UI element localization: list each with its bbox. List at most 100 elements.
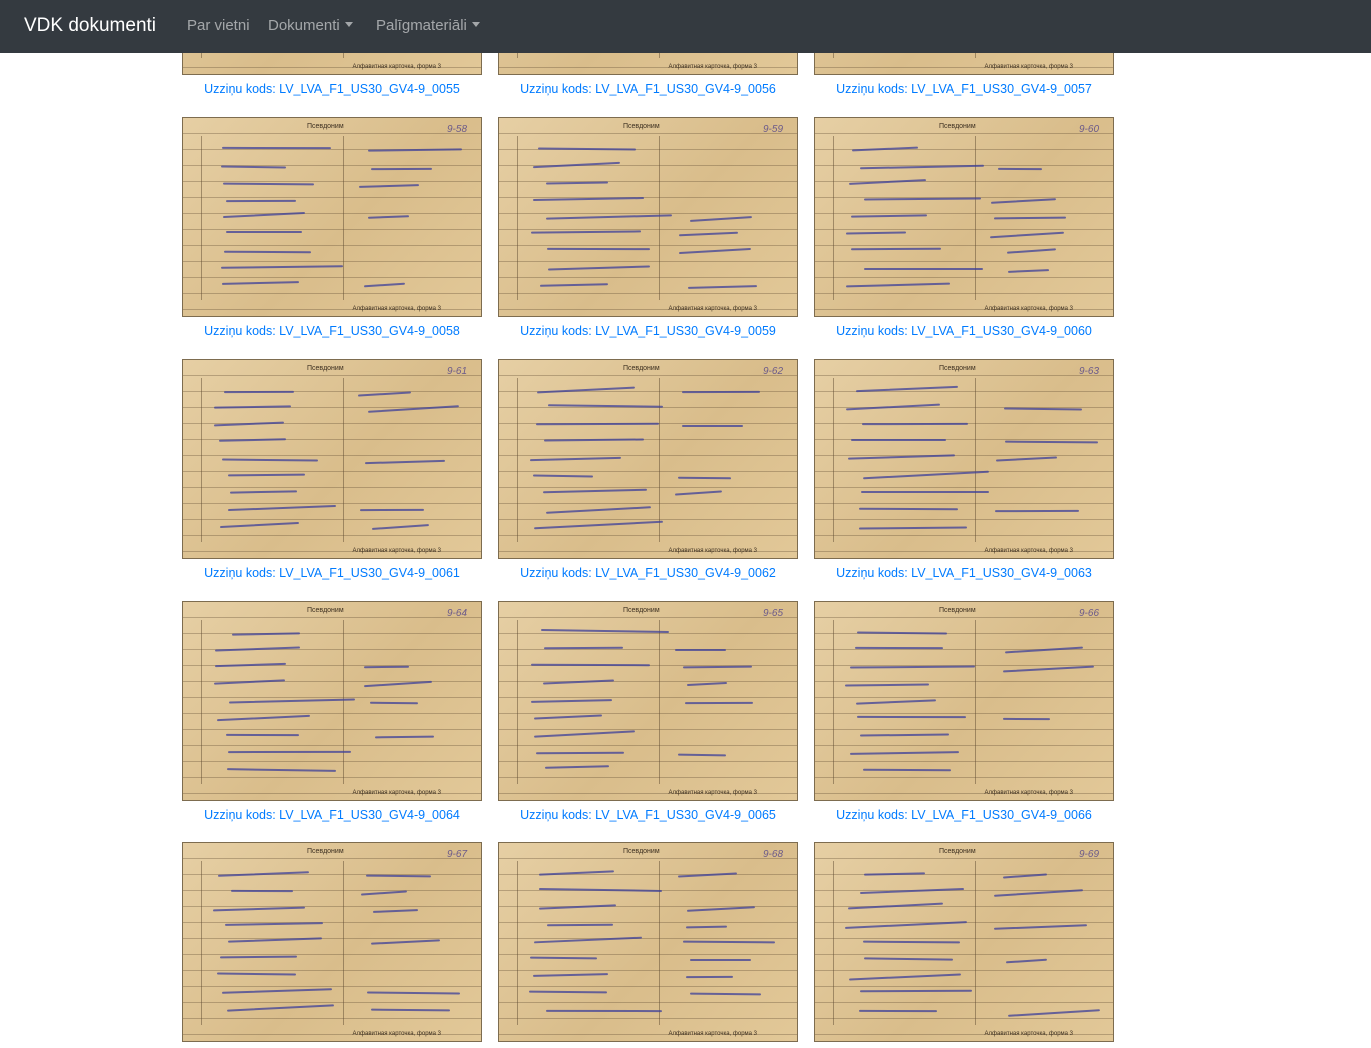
brand-link[interactable]: VDK dokumenti [24,14,156,38]
card-rule [517,136,518,300]
handwriting-stroke [225,733,300,737]
document-card-image[interactable]: Псевдоним 9-67 Алфавитная карточка, форма … [182,842,482,1042]
document-card-image[interactable]: Псевдоним 9-64 Алфавитная карточка, форма … [182,601,482,801]
card-footer-text: Алфавитная карточка, форма 3 [668,1031,757,1037]
nav-label-documents: Dokumenti [268,17,340,34]
handwriting-stroke [994,509,1080,513]
card-cell: Псевдоним 9-59 Алфавитная карточка, форма … [498,117,798,339]
document-card-image[interactable]: Псевдоним 9-68 Алфавитная карточка, форма … [498,842,798,1042]
handwriting-stroke [226,231,302,233]
card-cell: Псевдоним 9-60 Алфавитная карточка, форма … [814,117,1114,339]
reference-code-link[interactable]: Uzziņu kods: LV_LVA_F1_US30_GV4-9_0059 [498,323,798,339]
card-cell: Псевдоним 9-63 Алфавитная карточка, форма … [814,359,1114,581]
handwriting-stroke [369,701,419,705]
card-footer-text: Алфавитная карточка, форма 3 [984,790,1073,796]
reference-code-link[interactable]: Uzziņu kods: LV_LVA_F1_US30_GV4-9_0056 [498,81,798,97]
handwriting-stroke [230,889,294,893]
reference-code-link[interactable]: Uzziņu kods: LV_LVA_F1_US30_GV4-9_0058 [182,323,482,339]
nav-item-aids[interactable]: Palīgmateriāli [376,16,480,36]
card-header-text: Псевдоним [307,848,344,855]
card-footer-text: Алфавитная карточка, форма 3 [668,548,757,554]
card-number: 9-68 [762,849,783,860]
card-cell: Псевдоним 9-58 Алфавитная карточка, форма … [182,117,482,339]
handwriting-stroke [370,167,433,171]
document-card-image[interactable]: Псевдоним 9-63 Алфавитная карточка, форма … [814,359,1114,559]
card-cell: Псевдоним 9-67 Алфавитная карточка, форма … [182,842,482,1048]
card-rule [517,861,518,1025]
card-number: 9-58 [446,124,467,135]
nav-item-about[interactable]: Par vietni [187,16,250,36]
reference-code-link[interactable]: Uzziņu kods: LV_LVA_F1_US30_GV4-9_0065 [498,807,798,823]
card-cell: Псевдоним 9-69 Алфавитная карточка, форма … [814,842,1114,1048]
reference-code-link[interactable]: Uzziņu kods: LV_LVA_F1_US30_GV4-9_0060 [814,323,1114,339]
card-rule [833,136,834,300]
handwriting-stroke [856,715,967,719]
card-number: 9-62 [762,366,783,377]
nav-item-documents[interactable]: Dokumenti [268,16,353,36]
handwriting-stroke [1002,717,1051,721]
reference-code-link[interactable]: Uzziņu kods: LV_LVA_F1_US30_GV4-9_0061 [182,565,482,581]
handwriting-stroke [861,422,969,426]
document-card-image[interactable]: Псевдоним 9-61 Алфавитная карточка, форма … [182,359,482,559]
card-footer-text: Алфавитная карточка, форма 3 [668,306,757,312]
card-rule [343,861,344,1025]
card-header-text: Псевдоним [623,123,660,130]
card-number: 9-63 [1078,366,1099,377]
document-card-image[interactable]: Псевдоним 9-69 Алфавитная карточка, форма … [814,842,1114,1042]
reference-code-link[interactable]: Uzziņu kods: LV_LVA_F1_US30_GV4-9_0064 [182,807,482,823]
handwriting-stroke [685,975,734,979]
nav-label-about: Par vietni [187,17,250,34]
document-card-image[interactable]: Псевдоним 9-60 Алфавитная карточка, форма … [814,117,1114,317]
card-footer-text: Алфавитная карточка, форма 3 [984,548,1073,554]
card-rule [659,378,660,542]
card-number: 9-66 [1078,608,1099,619]
card-header-text: Псевдоним [623,607,660,614]
handwriting-stroke [535,422,660,426]
chevron-down-icon [471,22,480,27]
handwriting-stroke [689,958,752,962]
handwriting-stroke [545,1009,663,1013]
card-footer-text: Алфавитная карточка, форма 3 [352,1031,441,1037]
document-card-image[interactable]: Псевдоним 9-66 Алфавитная карточка, форма … [814,601,1114,801]
card-rule [201,136,202,300]
card-rule [833,861,834,1025]
card-header-text: Псевдоним [939,365,976,372]
card-footer-text: Алфавитная карточка, форма 3 [352,548,441,554]
card-cell: Псевдоним 9-61 Алфавитная карточка, форма … [182,359,482,581]
card-footer-text: Алфавитная карточка, форма 3 [668,790,757,796]
handwriting-stroke [997,167,1043,171]
card-cell: Псевдоним 9-68 Алфавитная карточка, форма … [498,842,798,1048]
document-card-image[interactable]: Псевдоним 9-65 Алфавитная карточка, форма … [498,601,798,801]
handwriting-stroke [546,247,651,251]
handwriting-stroke [530,663,651,667]
card-rule [201,861,202,1025]
handwriting-stroke [221,146,332,150]
document-card-image[interactable]: Псевдоним 9-59 Алфавитная карточка, форма … [498,117,798,317]
card-rule [517,378,518,542]
card-number: 9-69 [1078,849,1099,860]
handwriting-stroke [851,439,946,441]
card-header-text: Псевдоним [623,365,660,372]
card-rule [659,136,660,300]
handwriting-stroke [859,989,973,993]
card-header-text: Псевдоним [307,123,344,130]
reference-code-link[interactable]: Uzziņu kods: LV_LVA_F1_US30_GV4-9_0066 [814,807,1114,823]
card-footer-text: Алфавитная карточка, форма 3 [984,1031,1073,1037]
handwriting-stroke [225,199,297,203]
reference-code-link[interactable]: Uzziņu kods: LV_LVA_F1_US30_GV4-9_0062 [498,565,798,581]
handwriting-stroke [227,750,352,754]
reference-code-link[interactable]: Uzziņu kods: LV_LVA_F1_US30_GV4-9_0055 [182,81,482,97]
card-rule [975,378,976,542]
card-cell: Псевдоним 9-62 Алфавитная карточка, форма … [498,359,798,581]
chevron-down-icon [344,22,353,27]
card-rule [975,861,976,1025]
handwriting-stroke [864,268,983,270]
card-cell: Псевдоним 9-66 Алфавитная карточка, форма … [814,601,1114,823]
card-header-text: Псевдоним [307,607,344,614]
card-number: 9-65 [762,608,783,619]
reference-code-link[interactable]: Uzziņu kods: LV_LVA_F1_US30_GV4-9_0057 [814,81,1114,97]
document-card-image[interactable]: Псевдоним 9-58 Алфавитная карточка, форма … [182,117,482,317]
handwriting-stroke [684,701,754,705]
reference-code-link[interactable]: Uzziņu kods: LV_LVA_F1_US30_GV4-9_0063 [814,565,1114,581]
document-card-image[interactable]: Псевдоним 9-62 Алфавитная карточка, форма … [498,359,798,559]
